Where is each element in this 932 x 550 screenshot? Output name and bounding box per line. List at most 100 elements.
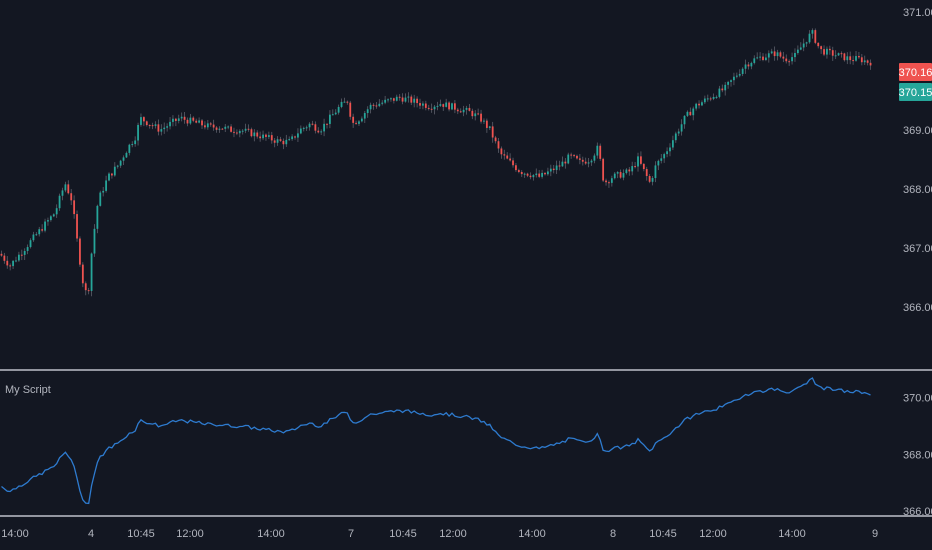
candle-down <box>634 166 637 168</box>
candle-down <box>192 117 195 121</box>
candle-up <box>654 165 657 179</box>
candle-down <box>503 154 506 156</box>
chart[interactable]: 366.00 367.00 368.00 369.00 370.00 371.00 370… <box>0 0 932 550</box>
candle-up <box>631 166 634 172</box>
price-tick-label: 368.00 <box>903 184 932 196</box>
candle-down <box>442 104 445 107</box>
candle-up <box>805 42 808 44</box>
price-badge-label: 370.15 <box>899 87 932 99</box>
candle-up <box>166 126 169 128</box>
candle-up <box>12 260 14 267</box>
candle-up <box>343 101 346 103</box>
time-tick-label: 4 <box>88 528 94 540</box>
candle-down <box>788 61 791 63</box>
candle-up <box>395 96 398 101</box>
candle-down <box>552 168 555 171</box>
candle-up <box>733 76 735 81</box>
candle-down <box>628 169 631 172</box>
candle-up <box>244 128 247 131</box>
candle-up <box>358 121 360 124</box>
candle-up <box>288 139 291 141</box>
time-tick-label: 7 <box>348 528 354 540</box>
candle-down <box>195 120 198 123</box>
candle-down <box>526 173 529 176</box>
candle-up <box>93 228 96 254</box>
candle-up <box>651 178 654 182</box>
candle-down <box>468 107 471 111</box>
candle-down <box>326 123 328 125</box>
candle-up <box>23 250 26 255</box>
time-tick-label: 14:00 <box>518 528 546 540</box>
candle-up <box>677 131 680 134</box>
candle-up <box>590 160 593 163</box>
candle-down <box>497 141 500 149</box>
candle-up <box>811 30 814 34</box>
candle-down <box>148 125 151 127</box>
candle-down <box>352 116 355 123</box>
candle-down <box>773 51 776 57</box>
candle-up <box>613 173 616 179</box>
candle-up <box>198 120 201 123</box>
candle-down <box>204 125 206 128</box>
candle-down <box>698 103 700 106</box>
candle-up <box>616 172 619 174</box>
candle-up <box>433 106 436 110</box>
candle-up <box>802 43 805 48</box>
candle-down <box>392 98 395 101</box>
candle-down <box>111 173 113 176</box>
candle-down <box>584 161 587 164</box>
candle-down <box>831 50 834 56</box>
time-tick-label: 14:00 <box>257 528 285 540</box>
candle-down <box>642 163 645 170</box>
candle-up <box>55 208 58 215</box>
time-tick-label: 8 <box>610 528 616 540</box>
candle-down <box>570 154 573 156</box>
candle-down <box>424 103 427 108</box>
candle-down <box>573 155 575 157</box>
candle-down <box>67 184 70 194</box>
candle-down <box>509 158 512 161</box>
candle-up <box>308 123 311 128</box>
candle-up <box>241 130 244 132</box>
candle-down <box>477 113 480 115</box>
candle-down <box>471 110 474 117</box>
candle-up <box>657 160 660 166</box>
candle-down <box>427 107 430 109</box>
candle-down <box>273 140 276 143</box>
chart-background <box>0 0 932 550</box>
candle-up <box>730 80 732 82</box>
candle-up <box>227 126 230 128</box>
candle-up <box>238 130 241 134</box>
indicator-title[interactable]: My Script <box>5 384 51 396</box>
candle-up <box>26 247 29 251</box>
candle-down <box>782 56 785 59</box>
candle-down <box>605 180 607 183</box>
candle-up <box>549 168 552 172</box>
candle-down <box>520 171 523 175</box>
candle-down <box>9 265 12 267</box>
candle-down <box>817 42 820 47</box>
candle-up <box>660 158 663 161</box>
candle-down <box>858 56 860 58</box>
candle-up <box>329 114 331 124</box>
candle-up <box>163 127 166 130</box>
price-tick-label: 366.00 <box>903 302 932 314</box>
candle-down <box>375 105 378 107</box>
candle-up <box>206 123 209 128</box>
candle-up <box>180 116 183 119</box>
candle-down <box>494 137 497 142</box>
candle-down <box>544 172 546 175</box>
candle-up <box>855 56 857 61</box>
candle-up <box>666 151 668 155</box>
candle-up <box>381 102 384 104</box>
candle-up <box>128 144 131 153</box>
candle-down <box>517 170 520 172</box>
candle-up <box>750 62 753 67</box>
candle-down <box>6 260 9 266</box>
price-tick-label: 371.00 <box>903 7 932 19</box>
candle-up <box>462 109 465 113</box>
candle-down <box>270 135 273 141</box>
candle-down <box>314 124 317 131</box>
candle-down <box>398 96 401 98</box>
candle-down <box>828 48 831 51</box>
